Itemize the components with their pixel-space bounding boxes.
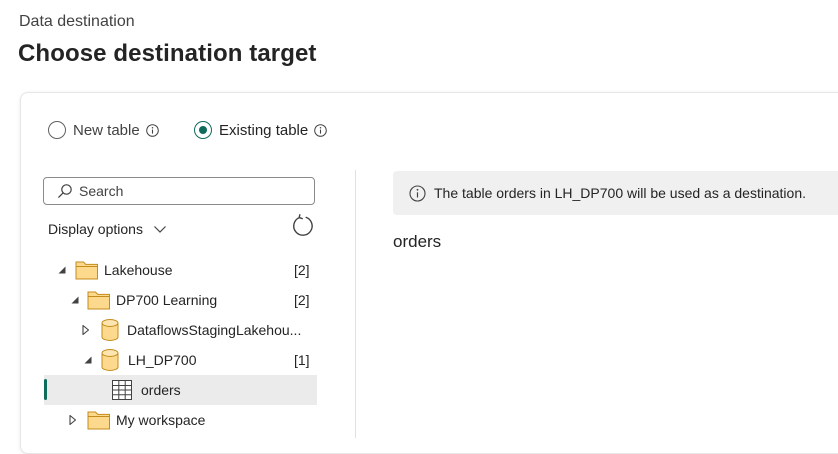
tree-item-label: orders (141, 382, 181, 398)
tree-item-label: DataflowsStagingLakehou... (127, 322, 302, 338)
tree-item-my-workspace[interactable]: My workspace (68, 405, 205, 435)
caret-expanded-icon[interactable] (57, 265, 67, 275)
tree-item-dp700-learning[interactable]: DP700 Learning (70, 285, 217, 315)
new-table-radio-option[interactable]: New table (48, 121, 159, 139)
search-input[interactable]: Search (43, 177, 315, 205)
tree-item-count: [2] (294, 262, 310, 278)
existing-table-radio-option[interactable]: Existing table (194, 121, 328, 139)
display-options-label: Display options (48, 221, 143, 237)
tree-item-lh-dp700[interactable]: LH_DP700 (83, 345, 197, 375)
panel-divider (355, 170, 356, 438)
search-placeholder: Search (79, 183, 124, 199)
selected-row-indicator (44, 379, 47, 400)
tree-item-lakehouse[interactable]: Lakehouse (57, 255, 173, 285)
new-table-label: New table (73, 121, 140, 139)
tree-item-orders[interactable]: orders (111, 375, 181, 405)
caret-collapsed-icon[interactable] (81, 324, 91, 336)
page-subtitle: Data destination (19, 13, 135, 30)
tree-item-label: DP700 Learning (116, 292, 218, 308)
table-grid-icon (112, 380, 132, 400)
page-title: Choose destination target (18, 40, 317, 67)
info-icon[interactable] (145, 123, 159, 137)
caret-collapsed-icon[interactable] (68, 414, 78, 426)
tree-item-label: Lakehouse (104, 262, 173, 278)
tree-item-label: LH_DP700 (128, 352, 197, 368)
folder-icon (87, 291, 110, 310)
lakehouse-cylinder-icon (101, 349, 119, 371)
folder-icon (75, 261, 98, 280)
caret-expanded-icon[interactable] (70, 295, 80, 305)
info-icon (409, 184, 426, 202)
chevron-down-icon (154, 226, 166, 233)
lakehouse-cylinder-icon (101, 319, 119, 341)
tree-item-dataflows-staging[interactable]: DataflowsStagingLakehou... (81, 315, 301, 345)
caret-expanded-icon[interactable] (83, 355, 93, 365)
tree-item-count: [2] (294, 292, 310, 308)
existing-table-radio[interactable] (194, 121, 212, 139)
existing-table-label: Existing table (219, 121, 309, 139)
search-icon (58, 184, 72, 198)
tree-item-count: [1] (294, 352, 310, 368)
info-banner: The table orders in LH_DP700 will be use… (393, 171, 838, 215)
folder-icon (87, 411, 110, 430)
tree-item-label: My workspace (116, 412, 206, 428)
new-table-radio[interactable] (48, 121, 66, 139)
target-table-name: orders (393, 232, 442, 251)
info-icon[interactable] (314, 123, 328, 137)
info-banner-text: The table orders in LH_DP700 will be use… (434, 185, 806, 201)
display-options-dropdown[interactable]: Display options (48, 221, 167, 237)
refresh-icon[interactable] (291, 214, 315, 238)
